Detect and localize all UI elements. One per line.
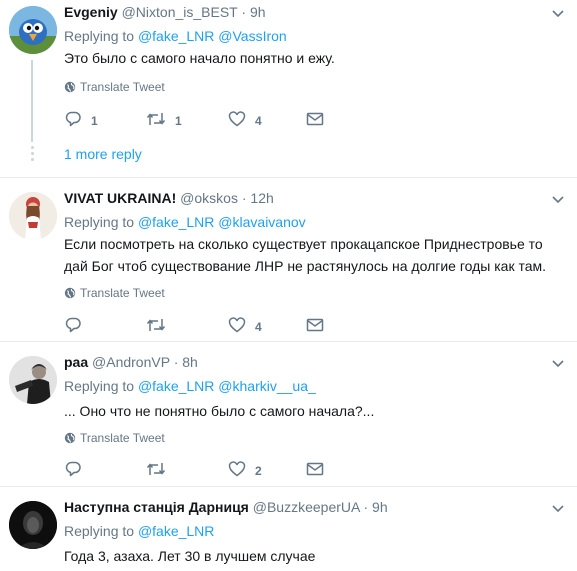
like-count: 2: [255, 464, 262, 478]
tweet-4[interactable]: Наступна станція Дарниця @BuzzkeeperUA ·…: [0, 487, 577, 571]
like-button[interactable]: 4: [228, 316, 262, 334]
replying-to: Replying to @fake_LNR @kharkiv__ua_: [64, 377, 316, 395]
tweet-3[interactable]: paa @AndronVP · 8h Replying to @fake_LNR…: [0, 342, 577, 487]
display-name[interactable]: VIVAT UKRAINA!: [64, 190, 176, 206]
reply-user-link[interactable]: @kharkiv__ua_: [218, 378, 316, 394]
reply-user-link[interactable]: @klavaivanov: [218, 214, 305, 230]
separator-dot: ·: [241, 190, 247, 206]
retweet-icon: [146, 113, 166, 125]
retweet-button[interactable]: [146, 460, 175, 478]
replying-to-label: Replying to: [64, 378, 138, 394]
tweet-text: Это было с самого начало понятно и ежу.: [64, 50, 335, 66]
reply-count: 1: [91, 114, 98, 128]
reply-user-link[interactable]: @VassIron: [218, 28, 286, 44]
replying-to-label: Replying to: [64, 214, 138, 230]
translate-label[interactable]: Translate Tweet: [80, 80, 165, 94]
chevron-down-icon[interactable]: [551, 356, 565, 370]
reply-user-link[interactable]: @fake_LNR: [138, 214, 214, 230]
chevron-down-icon[interactable]: [551, 192, 565, 206]
chevron-down-icon[interactable]: [551, 501, 565, 515]
timestamp[interactable]: 9h: [250, 4, 266, 20]
reply-user-link[interactable]: @fake_LNR: [138, 523, 214, 539]
retweet-button[interactable]: 1: [146, 110, 182, 128]
user-handle[interactable]: @AndronVP: [92, 354, 170, 370]
retweet-count: 1: [175, 114, 182, 128]
thread-line: [31, 60, 33, 142]
user-handle[interactable]: @Nixton_is_BEST: [122, 4, 238, 20]
retweet-button[interactable]: [146, 316, 175, 334]
more-replies-link[interactable]: 1 more reply: [64, 145, 142, 163]
user-handle[interactable]: @BuzzkeeperUA: [253, 499, 360, 515]
globe-icon: [64, 432, 76, 444]
like-button[interactable]: 4: [228, 110, 262, 128]
user-handle[interactable]: @okskos: [180, 190, 238, 206]
display-name[interactable]: Наступна станція Дарниця: [64, 499, 249, 515]
retweet-icon: [146, 463, 166, 475]
heart-icon: [228, 461, 246, 477]
envelope-icon: [306, 318, 324, 332]
reply-user-link[interactable]: @fake_LNR: [138, 28, 214, 44]
avatar-evgeniy[interactable]: [9, 6, 57, 54]
separator-dot: ·: [363, 499, 369, 515]
reply-user-link[interactable]: @fake_LNR: [138, 378, 214, 394]
replying-to: Replying to @fake_LNR @klavaivanov: [64, 213, 306, 231]
retweet-icon: [146, 319, 166, 331]
tweet-header: paa @AndronVP · 8h: [64, 353, 198, 371]
like-button[interactable]: 2: [228, 460, 262, 478]
like-count: 4: [255, 114, 262, 128]
tweet-text: Если посмотреть на сколько существует пр…: [64, 236, 547, 274]
replying-to: Replying to @fake_LNR: [64, 522, 214, 540]
translate-label[interactable]: Translate Tweet: [80, 286, 165, 300]
globe-icon: [64, 81, 76, 93]
envelope-icon: [306, 462, 324, 476]
dm-button[interactable]: [306, 460, 324, 478]
reply-button[interactable]: [64, 316, 91, 334]
tweet-1[interactable]: Evgeniy @Nixton_is_BEST · 9h Replying to…: [0, 0, 577, 178]
separator-dot: ·: [173, 354, 179, 370]
tweet-header: VIVAT UKRAINA! @okskos · 12h: [64, 189, 274, 207]
avatar-vivat-ukraina[interactable]: [9, 192, 57, 240]
dm-button[interactable]: [306, 110, 324, 128]
translate-tweet[interactable]: Translate Tweet: [64, 285, 165, 301]
reply-icon: [65, 461, 81, 477]
reply-icon: [65, 111, 81, 127]
man-avatar-icon: [9, 356, 57, 404]
replying-to: Replying to @fake_LNR @VassIron: [64, 27, 287, 45]
tweet-text: Года 3, азаха. Лет 30 в лучшем случае: [64, 548, 316, 564]
tweet-text: ... Оно что не понятно было с самого нач…: [64, 403, 375, 419]
display-name[interactable]: paa: [64, 354, 88, 370]
display-name[interactable]: Evgeniy: [64, 4, 118, 20]
chevron-down-icon[interactable]: [551, 6, 565, 20]
dark-avatar-icon: [9, 501, 57, 549]
translate-tweet[interactable]: Translate Tweet: [64, 430, 165, 446]
thread-dots: [30, 146, 34, 164]
tweet-header: Evgeniy @Nixton_is_BEST · 9h: [64, 3, 266, 21]
like-count: 4: [255, 320, 262, 334]
avatar-darnytsia[interactable]: [9, 501, 57, 549]
translate-tweet[interactable]: Translate Tweet: [64, 79, 165, 95]
reply-button[interactable]: 1: [64, 110, 98, 128]
bird-avatar-icon: [9, 6, 57, 54]
woman-avatar-icon: [9, 192, 57, 240]
timestamp[interactable]: 9h: [372, 499, 388, 515]
envelope-icon: [306, 112, 324, 126]
separator-dot: ·: [241, 4, 247, 20]
replying-to-label: Replying to: [64, 523, 138, 539]
heart-icon: [228, 317, 246, 333]
translate-label[interactable]: Translate Tweet: [80, 431, 165, 445]
replying-to-label: Replying to: [64, 28, 138, 44]
reply-button[interactable]: [64, 460, 91, 478]
timestamp[interactable]: 12h: [250, 190, 273, 206]
tweet-header: Наступна станція Дарниця @BuzzkeeperUA ·…: [64, 498, 388, 516]
dm-button[interactable]: [306, 316, 324, 334]
reply-icon: [65, 317, 81, 333]
tweet-2[interactable]: VIVAT UKRAINA! @okskos · 12h Replying to…: [0, 178, 577, 342]
globe-icon: [64, 287, 76, 299]
heart-icon: [228, 111, 246, 127]
timestamp[interactable]: 8h: [182, 354, 198, 370]
avatar-paa[interactable]: [9, 356, 57, 404]
